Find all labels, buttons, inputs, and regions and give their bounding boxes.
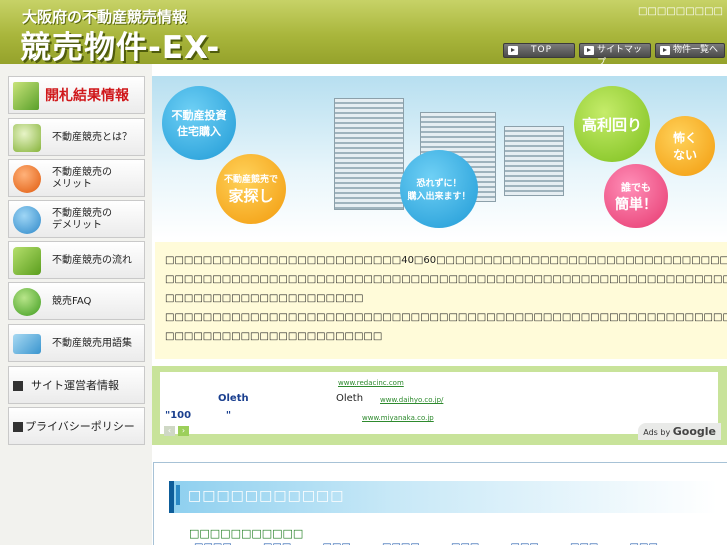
- sidebar-item-bid-results[interactable]: 開札結果情報: [8, 76, 145, 114]
- site-logo[interactable]: 競売物件-EX-: [20, 22, 220, 67]
- ads-by-label: Ads by: [643, 428, 671, 437]
- sidebar-item-glossary[interactable]: 不動産競売用語集: [8, 324, 145, 362]
- bubble-text: 高利回り: [581, 115, 642, 134]
- bubble-text: 不動産投資: [171, 109, 227, 122]
- sidebar-item-privacy[interactable]: プライバシーポリシー: [8, 407, 145, 445]
- question-icon: [13, 288, 41, 316]
- sidebar-item-faq[interactable]: 競売FAQ: [8, 282, 145, 320]
- ads-inner: www.redacinc.com Oleth Oleth www.daihyo.…: [160, 372, 718, 436]
- ad-title[interactable]: Oleth: [218, 393, 249, 404]
- nav-sitemap-button[interactable]: サイトマップ: [579, 43, 651, 68]
- info-icon: [13, 206, 41, 234]
- heading-marker-icon: [176, 485, 180, 505]
- bubble-text: 購入出来ます！: [407, 192, 471, 202]
- lower-content-panel: □□□□□□□□□□□ □□□□□□□□□□□ □□□□ □□□ □□□ □□□…: [153, 462, 727, 545]
- sidebar-item-label: 開札結果情報: [45, 88, 129, 104]
- ads-by-google[interactable]: Ads by Google: [638, 423, 721, 440]
- house-question-icon: [13, 124, 41, 152]
- ad-title[interactable]: Oleth: [336, 393, 363, 404]
- sidebar-item-label: サイト運営者情報: [31, 379, 119, 392]
- square-bullet-icon: [13, 381, 23, 391]
- sidebar-item-what-is[interactable]: 不動産競売とは？: [8, 118, 145, 156]
- bubble-text: 不動産競売で: [223, 175, 278, 185]
- section-heading: □□□□□□□□□□□: [169, 481, 717, 513]
- building-image: [334, 98, 404, 210]
- nav-top-label: TOP: [531, 45, 553, 55]
- ad-url[interactable]: www.daihyo.co.jp/: [380, 396, 443, 404]
- sidebar-item-label: 不動産競売の デメリット: [52, 208, 112, 231]
- ad-url[interactable]: www.miyanaka.co.jp: [362, 414, 434, 422]
- ad-url[interactable]: www.redacinc.com: [338, 379, 404, 387]
- google-label: Google: [672, 425, 716, 438]
- sidebar-item-merits[interactable]: 不動産競売の メリット: [8, 159, 145, 197]
- exclamation-icon: [13, 165, 41, 193]
- header-top-text: □□□□□□□□□: [637, 6, 723, 17]
- hero-banner: 不動産投資 住宅購入 不動産競売で 家探し 恐れずに！ 購入出来ます！ 高利回り…: [152, 76, 727, 238]
- play-icon: [660, 46, 670, 55]
- bubble-not-scary: 怖く ない: [655, 116, 715, 176]
- sidebar-item-flow[interactable]: 不動産競売の流れ: [8, 241, 145, 279]
- arrow-right-icon: [13, 247, 41, 275]
- section-heading-text: □□□□□□□□□□□: [188, 488, 345, 504]
- sidebar-item-label: プライバシーポリシー: [25, 420, 135, 433]
- intro-text-block: □□□□□□□□□□□□□□□□□□□□□□□□□40□60□□□□□□□□□□…: [155, 242, 727, 359]
- bubble-easy: 誰でも 簡単！: [604, 164, 668, 228]
- document-icon: [13, 82, 39, 110]
- sidebar-item-label: 不動産競売とは？: [52, 132, 132, 143]
- ads-next-arrow-icon[interactable]: ›: [178, 426, 189, 436]
- intro-line: □□□□□□□□□□□□□□□□□□□□□: [165, 293, 364, 304]
- section-subheading: □□□□□□□□□□□: [189, 527, 304, 540]
- book-icon: [13, 334, 41, 354]
- bubble-text: 怖く: [672, 131, 697, 145]
- bubble-text: 恐れずに！: [416, 179, 462, 189]
- bubble-high-yield: 高利回り: [574, 86, 650, 162]
- ads-panel: www.redacinc.com Oleth Oleth www.daihyo.…: [152, 366, 727, 445]
- building-image: [504, 126, 564, 196]
- bubble-text: 簡単！: [615, 196, 657, 213]
- sidebar-item-label: 不動産競売の流れ: [52, 255, 132, 266]
- ad-title[interactable]: "100 ": [165, 410, 231, 421]
- bubble-house-hunting: 不動産競売で 家探し: [216, 154, 286, 224]
- intro-line: □□□□□□□□□□□□□□□□□□□□□□□□□□□□□□□□□□□□□□□□…: [165, 274, 727, 285]
- nav-list-label: 物件一覧へ: [673, 45, 719, 55]
- play-icon: [584, 46, 594, 55]
- square-bullet-icon: [13, 422, 23, 432]
- nav-list-button[interactable]: 物件一覧へ: [655, 43, 725, 58]
- play-icon: [508, 46, 518, 55]
- ads-prev-arrow-icon[interactable]: ‹: [164, 426, 175, 436]
- sidebar-item-demerits[interactable]: 不動産競売の デメリット: [8, 200, 145, 238]
- sidebar-item-label: 不動産競売用語集: [52, 338, 132, 349]
- nav-top-button[interactable]: TOP: [503, 43, 575, 58]
- site-header: 大阪府の不動産競売情報 競売物件-EX- □□□□□□□□□ TOP サイトマッ…: [0, 0, 727, 68]
- bubble-text: 誰でも: [621, 182, 651, 194]
- bubble-text: 家探し: [228, 187, 274, 205]
- sidebar-item-operator[interactable]: サイト運営者情報: [8, 366, 145, 404]
- sidebar: 開札結果情報 不動産競売とは？ 不動産競売の メリット 不動産競売の デメリット…: [0, 64, 152, 545]
- sidebar-item-label: 競売FAQ: [52, 296, 92, 307]
- bubble-investment: 不動産投資 住宅購入: [162, 86, 236, 160]
- sidebar-item-label: 不動産競売の メリット: [52, 167, 112, 190]
- intro-line: □□□□□□□□□□□□□□□□□□□□□□□: [165, 331, 383, 342]
- bubble-text: 住宅購入: [177, 125, 221, 138]
- intro-line: □□□□□□□□□□□□□□□□□□□□□□□□□40□60□□□□□□□□□□…: [165, 255, 727, 266]
- bubble-no-fear: 恐れずに！ 購入出来ます！: [400, 150, 478, 228]
- bubble-text: ない: [672, 148, 697, 162]
- intro-line: □□□□□□□□□□□□□□□□□□□□□□□□□□□□□□□□□□□□□□□□…: [165, 312, 727, 323]
- nav-sitemap-label: サイトマップ: [597, 45, 643, 68]
